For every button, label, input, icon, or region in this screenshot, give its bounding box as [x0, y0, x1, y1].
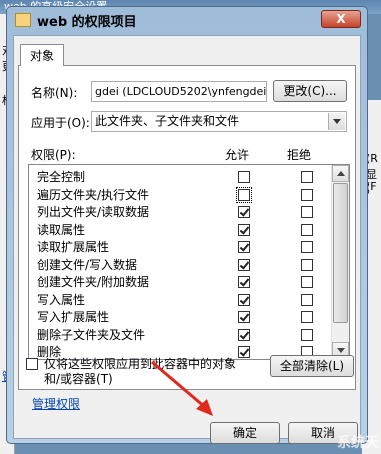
permission-row: 读取属性 [29, 222, 333, 239]
close-button[interactable]: X [321, 10, 361, 28]
name-label: 名称(N): [31, 86, 78, 100]
permission-name: 读取属性 [37, 222, 86, 237]
dialog-titlebar[interactable]: web 的权限项目 X [7, 7, 367, 33]
deny-checkbox[interactable] [301, 276, 313, 288]
allow-checkbox[interactable] [236, 186, 252, 203]
deny-checkbox[interactable] [301, 293, 313, 306]
dialog-client-area: 对象 名称(N): gdei (LDCLOUD5202\ynfengdei) 更… [13, 35, 361, 444]
dialog-title: web 的权限项目 [37, 14, 137, 30]
allow-checkbox[interactable] [238, 258, 250, 271]
scroll-thumb[interactable] [333, 183, 348, 323]
permission-name: 写入扩展属性 [37, 310, 110, 324]
permissions-label: 权限(P): [31, 148, 76, 162]
deny-checkbox[interactable] [301, 258, 313, 271]
allow-checkbox[interactable] [238, 328, 250, 341]
deny-checkbox[interactable] [301, 223, 313, 236]
permission-row: 删除子文件夹及文件 [29, 327, 333, 344]
permission-name: 完全控制 [37, 170, 86, 184]
apply-only-checkbox[interactable] [26, 358, 38, 370]
allow-checkbox[interactable] [238, 346, 250, 358]
permission-row: 完全控制 [29, 169, 333, 186]
ok-button[interactable]: 确定 [210, 422, 280, 444]
allow-checkbox[interactable] [238, 241, 250, 253]
permission-entry-dialog: web 的权限项目 X 对象 名称(N): gdei (LDCLOUD5202\… [6, 6, 368, 444]
permission-row: 创建文件夹/附加数据 [29, 274, 333, 291]
apply-to-select[interactable]: 此文件夹、子文件夹和文件 [91, 111, 347, 132]
allow-checkbox[interactable] [238, 206, 250, 218]
permission-name: 创建文件夹/附加数据 [37, 275, 150, 289]
allow-checkbox[interactable] [238, 276, 250, 288]
permission-row: 读取扩展属性 [29, 239, 333, 256]
allow-checkbox[interactable] [238, 171, 250, 183]
allow-column-header: 允许 [225, 148, 250, 162]
clear-all-button[interactable]: 全部清除(L) [270, 355, 354, 377]
permission-row: 遍历文件夹/执行文件 [29, 186, 333, 204]
permission-name: 读取扩展属性 [37, 240, 110, 254]
permission-name: 列出文件夹/读取数据 [37, 205, 150, 219]
name-field[interactable]: gdei (LDCLOUD5202\ynfengdei) [91, 81, 267, 102]
permission-name: 遍历文件夹/执行文件 [37, 187, 150, 202]
apply-to-value: 此文件夹、子文件夹和文件 [95, 114, 240, 128]
permission-row: 列出文件夹/读取数据 [29, 204, 333, 221]
change-button[interactable]: 更改(C)... [273, 80, 347, 102]
allow-checkbox[interactable] [238, 223, 250, 236]
permission-name: 创建文件/写入数据 [37, 257, 138, 272]
apply-to-label: 应用于(O): [31, 116, 90, 130]
deny-checkbox[interactable] [301, 206, 313, 218]
manage-permissions-link[interactable]: 管理权限 [32, 395, 80, 412]
deny-checkbox[interactable] [301, 171, 313, 183]
permission-row: 创建文件/写入数据 [29, 257, 333, 274]
allow-checkbox[interactable] [238, 311, 250, 323]
chevron-down-icon[interactable] [328, 113, 345, 130]
folder-icon [15, 13, 31, 27]
permissions-list: 完全控制遍历文件夹/执行文件 列出文件夹/读取数据 读取属性读取扩展属性创建文件/写… [28, 164, 350, 360]
tab-object[interactable]: 对象 [20, 44, 64, 66]
permission-row: 写入属性 [29, 292, 333, 309]
deny-checkbox[interactable] [301, 188, 313, 201]
vertical-scrollbar[interactable] [331, 165, 349, 359]
allow-checkbox[interactable] [238, 293, 250, 306]
deny-checkbox[interactable] [301, 241, 313, 253]
deny-checkbox[interactable] [301, 328, 313, 341]
deny-column-header: 拒绝 [287, 148, 312, 162]
watermark: 系统天 [337, 435, 379, 451]
scroll-up-icon[interactable] [332, 165, 349, 182]
deny-checkbox[interactable] [301, 311, 313, 323]
permission-row: 写入扩展属性 [29, 309, 333, 326]
permission-name: 删除子文件夹及文件 [37, 327, 146, 342]
apply-only-label-2: 和/或容器(T) [44, 372, 113, 386]
permission-name: 写入属性 [37, 292, 86, 307]
